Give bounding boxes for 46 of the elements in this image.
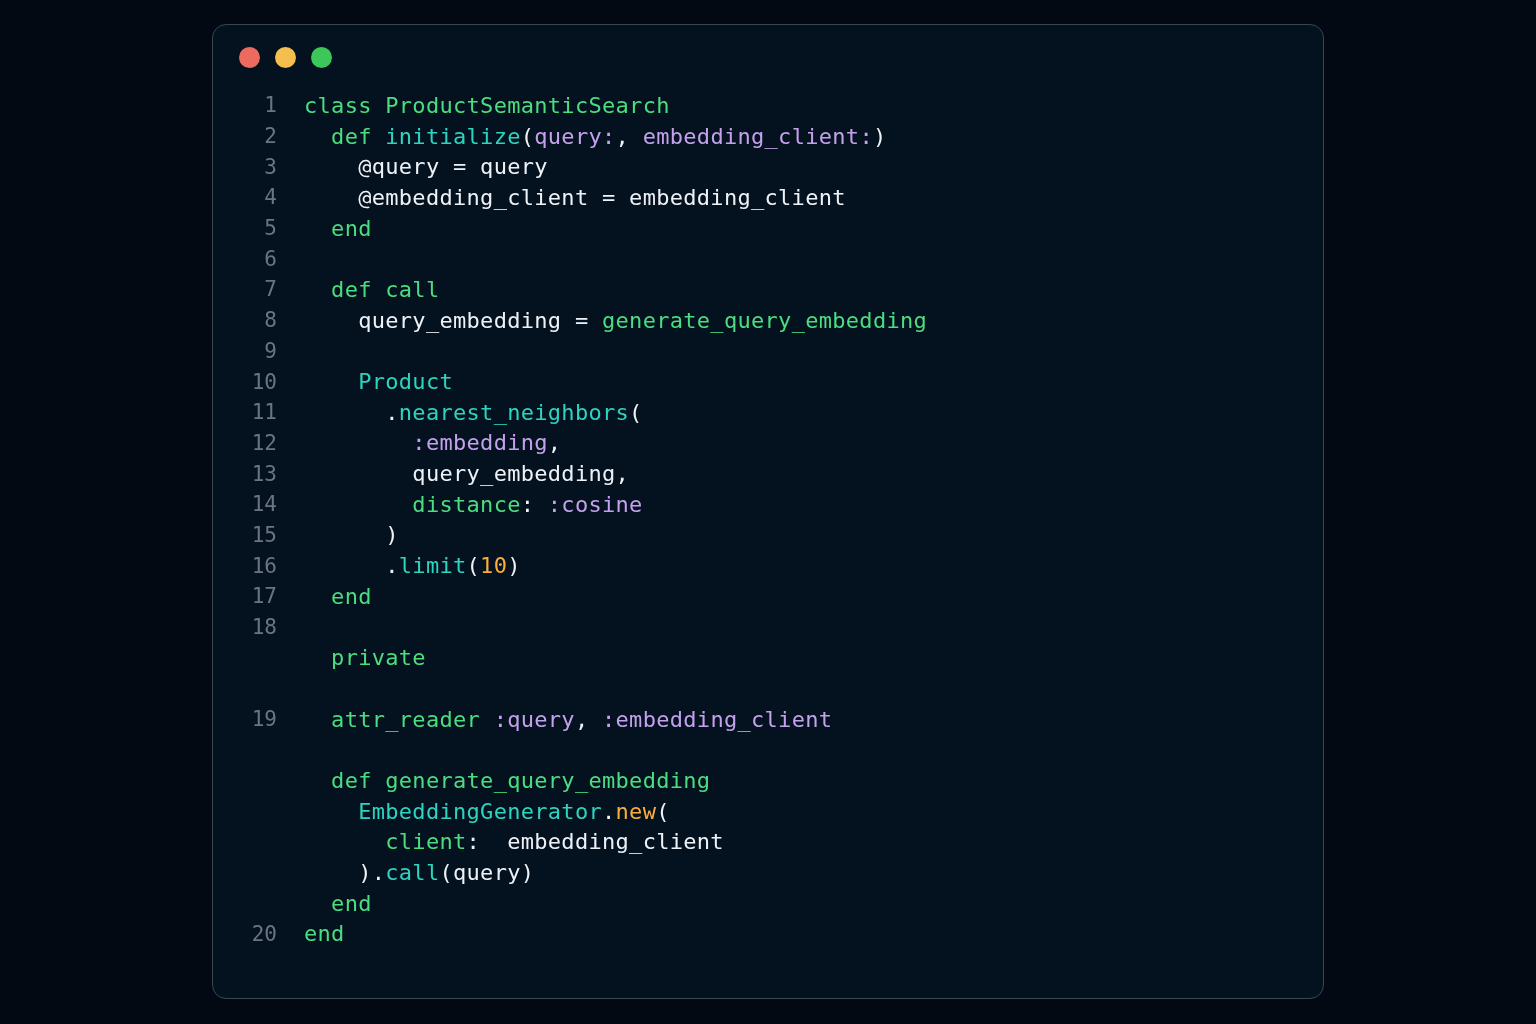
line-number: 19	[250, 707, 277, 732]
line-number: 7	[263, 277, 277, 302]
code-line: def call	[330, 276, 440, 302]
code-line: end	[330, 583, 372, 609]
line-number: 6	[263, 246, 277, 271]
code-line: .nearest_neighbors(	[384, 399, 643, 425]
code-line: private	[330, 645, 426, 671]
line-number: 15	[250, 522, 277, 547]
code-line: @query = query	[357, 154, 548, 180]
code-line: class ProductSemanticSearch	[304, 92, 670, 118]
code-line: client: embedding_client	[384, 829, 724, 855]
line-number: 10	[250, 369, 277, 394]
line-number: 4	[263, 185, 277, 210]
line-number: 18	[250, 615, 277, 640]
code-line: :embedding,	[411, 430, 562, 456]
line-number: 12	[250, 430, 277, 455]
line-number: 14	[250, 492, 277, 517]
code-line: def initialize(query:, embedding_client:)	[330, 123, 887, 149]
minimize-button[interactable]	[275, 47, 296, 68]
line-number: 3	[263, 154, 277, 179]
code-line: distance: :cosine	[411, 491, 643, 517]
line-number: 5	[263, 216, 277, 241]
line-number: 17	[250, 584, 277, 609]
code-line: )	[384, 522, 399, 548]
line-number: 20	[250, 921, 277, 946]
code-line: end	[304, 921, 345, 947]
code-line: def generate_query_embedding	[330, 767, 711, 793]
code-line: EmbeddingGenerator.new(	[357, 798, 670, 824]
line-number: 2	[263, 124, 277, 149]
code-line: attr_reader :query, :embedding_client	[330, 706, 833, 732]
code-line: @embedding_client = embedding_client	[357, 184, 846, 210]
line-number: 9	[263, 338, 277, 363]
close-button[interactable]	[239, 47, 260, 68]
line-number: 16	[250, 553, 277, 578]
code-line: query_embedding = generate_query_embedding	[357, 307, 928, 333]
code-line: Product	[357, 369, 453, 395]
code-line: .limit(10)	[384, 553, 521, 579]
maximize-button[interactable]	[311, 47, 332, 68]
line-number: 8	[263, 308, 277, 333]
code-line: end	[330, 215, 372, 241]
code-line: ).call(query)	[357, 860, 535, 886]
line-number: 13	[250, 461, 277, 486]
code-line: query_embedding,	[411, 461, 630, 487]
line-number: 11	[250, 400, 277, 425]
code-line: end	[330, 890, 372, 916]
line-number: 1	[263, 93, 277, 118]
